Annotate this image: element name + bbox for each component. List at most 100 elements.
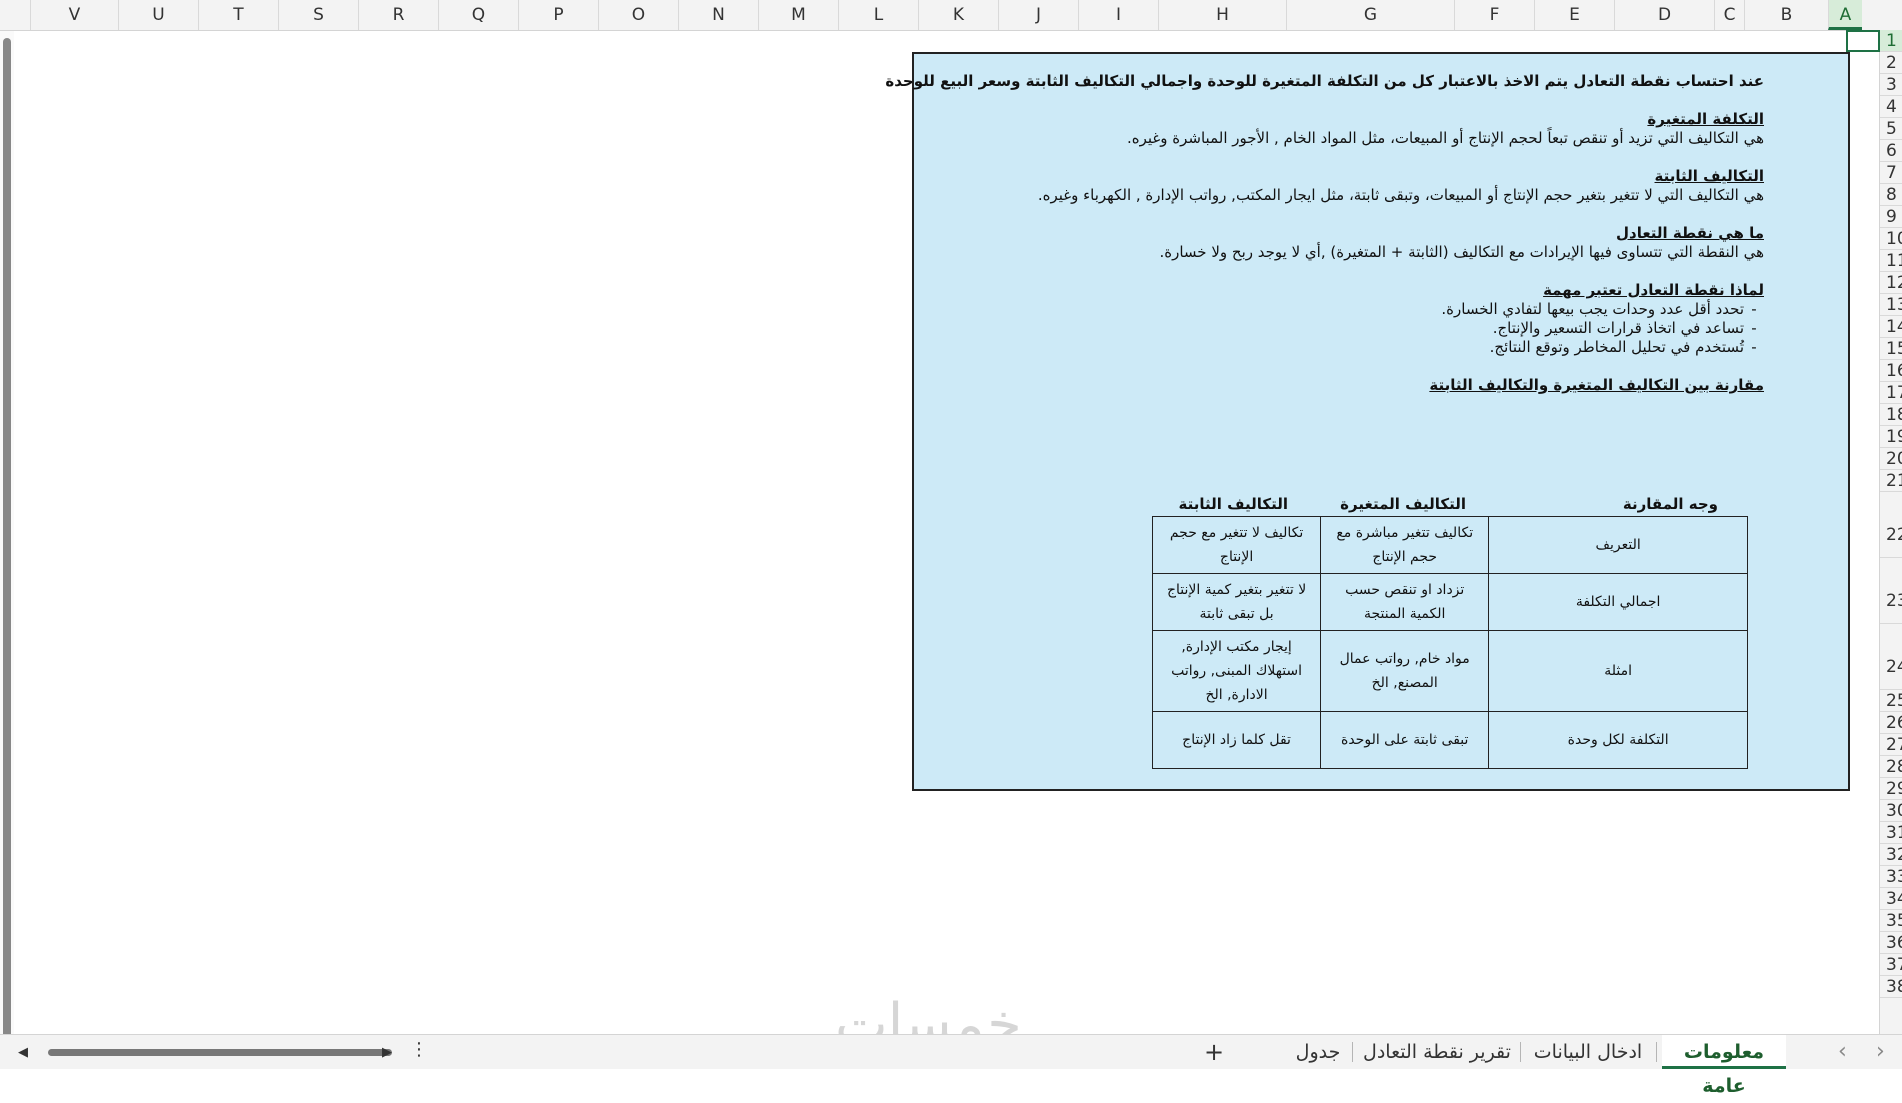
tab-table[interactable]: جدول	[1290, 1035, 1346, 1069]
table-cell: تكاليف تتغير مباشرة مع حجم الإنتاج	[1320, 516, 1490, 574]
tab-separator	[1520, 1042, 1521, 1062]
row-header-22[interactable]: 22	[1880, 492, 1902, 558]
tab-breakeven-report[interactable]: تقرير نقطة التعادل	[1362, 1035, 1512, 1069]
row-header-31[interactable]: 31	[1880, 822, 1902, 844]
column-header-r[interactable]: R	[358, 0, 438, 30]
row-header-18[interactable]: 18	[1880, 404, 1902, 426]
row-header-38[interactable]: 38	[1880, 976, 1902, 998]
row-header-7[interactable]: 7	[1880, 162, 1902, 184]
importance-heading: لماذا نقطة التعادل تعتبر مهمة	[1543, 281, 1764, 299]
header-fixed: التكاليف الثابتة	[1178, 495, 1288, 513]
row-header-3[interactable]: 3	[1880, 74, 1902, 96]
tab-general-info[interactable]: معلومات عامة	[1662, 1035, 1786, 1097]
column-header-n[interactable]: N	[678, 0, 758, 30]
bullet-dash: -	[1751, 319, 1757, 337]
tab-nav-prev-icon[interactable]: ‹	[1838, 1035, 1847, 1069]
row-header-27[interactable]: 27	[1880, 734, 1902, 756]
row-header-9[interactable]: 9	[1880, 206, 1902, 228]
row-header-28[interactable]: 28	[1880, 756, 1902, 778]
table-row: امثلة مواد خام, رواتب عمال المصنع, الخ إ…	[1151, 630, 1748, 712]
table-row: التكلفة لكل وحدة تبقى ثابتة على الوحدة ت…	[1151, 711, 1748, 769]
horizontal-scrollbar[interactable]: ◀ ▶	[18, 1044, 392, 1060]
scroll-left-icon[interactable]: ◀	[18, 1045, 28, 1060]
column-header-u[interactable]: U	[118, 0, 198, 30]
column-header-j[interactable]: J	[998, 0, 1078, 30]
row-header-13[interactable]: 13	[1880, 294, 1902, 316]
table-cell: مواد خام, رواتب عمال المصنع, الخ	[1320, 630, 1490, 712]
column-header-k[interactable]: K	[918, 0, 998, 30]
vertical-scrollbar[interactable]	[0, 30, 14, 1043]
column-header-a[interactable]: A	[1828, 0, 1862, 30]
scroll-right-icon[interactable]: ▶	[382, 1045, 392, 1060]
row-header-19[interactable]: 19	[1880, 426, 1902, 448]
tab-separator	[1656, 1042, 1657, 1062]
column-header-p[interactable]: P	[518, 0, 598, 30]
row-header-4[interactable]: 4	[1880, 96, 1902, 118]
row-header-36[interactable]: 36	[1880, 932, 1902, 954]
row-header-26[interactable]: 26	[1880, 712, 1902, 734]
importance-bullet-2: -تساعد في اتخاذ قرارات التسعير والإنتاج.	[1493, 319, 1764, 337]
row-header-12[interactable]: 12	[1880, 272, 1902, 294]
row-header-32[interactable]: 32	[1880, 844, 1902, 866]
row-header-17[interactable]: 17	[1880, 382, 1902, 404]
row-header-16[interactable]: 16	[1880, 360, 1902, 382]
fixed-cost-text: هي التكاليف التي لا تتغير بتغير حجم الإن…	[1037, 186, 1764, 204]
row-header-29[interactable]: 29	[1880, 778, 1902, 800]
fixed-cost-heading: التكاليف الثابتة	[1654, 167, 1764, 185]
column-header-f[interactable]: F	[1454, 0, 1534, 30]
column-header-o[interactable]: O	[598, 0, 678, 30]
column-header-t[interactable]: T	[198, 0, 278, 30]
add-sheet-button[interactable]: +	[1204, 1035, 1224, 1069]
comparison-table-header: وجه المقارنة التكاليف المتغيرة التكاليف …	[1152, 495, 1748, 517]
column-header-l[interactable]: L	[838, 0, 918, 30]
vertical-scrollbar-thumb[interactable]	[3, 38, 11, 1043]
importance-bullet-3: -تُستخدم في تحليل المخاطر وتوقع النتائج.	[1490, 338, 1764, 356]
table-cell: تبقى ثابتة على الوحدة	[1320, 711, 1490, 769]
header-aspect: وجه المقارنة	[1622, 495, 1718, 513]
row-header-30[interactable]: 30	[1880, 800, 1902, 822]
column-header-d[interactable]: D	[1614, 0, 1714, 30]
column-header-c[interactable]: C	[1714, 0, 1744, 30]
selected-cell-a1[interactable]	[1846, 30, 1880, 52]
row-header-33[interactable]: 33	[1880, 866, 1902, 888]
row-header-20[interactable]: 20	[1880, 448, 1902, 470]
info-textbox[interactable]: عند احتساب نقطة التعادل يتم الاخذ بالاعت…	[885, 52, 1850, 791]
column-header-e[interactable]: E	[1534, 0, 1614, 30]
tab-data-entry[interactable]: ادخال البيانات	[1528, 1035, 1648, 1069]
table-cell: اجمالي التكلفة	[1488, 573, 1748, 631]
table-row: التعريف تكاليف تتغير مباشرة مع حجم الإنت…	[1151, 516, 1748, 574]
breakeven-text: هي النقطة التي تتساوى فيها الإيرادات مع …	[1159, 243, 1764, 261]
row-header-24[interactable]: 24	[1880, 624, 1902, 690]
table-cell: تكاليف لا تتغير مع حجم الإنتاج	[1151, 516, 1322, 574]
more-options-icon[interactable]: ⋮	[410, 1039, 428, 1060]
column-header-h[interactable]: H	[1158, 0, 1286, 30]
row-header-14[interactable]: 14	[1880, 316, 1902, 338]
column-header-bar: VUTSRQPONMLKJIHGFEDCBA	[0, 0, 1902, 31]
row-header-1[interactable]: 1	[1880, 30, 1902, 52]
horizontal-scrollbar-thumb[interactable]	[48, 1049, 392, 1056]
row-header-15[interactable]: 15	[1880, 338, 1902, 360]
row-header-10[interactable]: 10	[1880, 228, 1902, 250]
column-header-m[interactable]: M	[758, 0, 838, 30]
column-header-q[interactable]: Q	[438, 0, 518, 30]
row-header-11[interactable]: 11	[1880, 250, 1902, 272]
row-header-21[interactable]: 21	[1880, 470, 1902, 492]
column-header-i[interactable]: I	[1078, 0, 1158, 30]
column-header-b[interactable]: B	[1744, 0, 1828, 30]
row-header-5[interactable]: 5	[1880, 118, 1902, 140]
row-header-6[interactable]: 6	[1880, 140, 1902, 162]
column-header-g[interactable]: G	[1286, 0, 1454, 30]
row-header-8[interactable]: 8	[1880, 184, 1902, 206]
row-header-2[interactable]: 2	[1880, 52, 1902, 74]
row-header-37[interactable]: 37	[1880, 954, 1902, 976]
column-header-s[interactable]: S	[278, 0, 358, 30]
row-header-34[interactable]: 34	[1880, 888, 1902, 910]
importance-bullet-text: تُستخدم في تحليل المخاطر وتوقع النتائج.	[1489, 338, 1744, 356]
row-header-25[interactable]: 25	[1880, 690, 1902, 712]
column-header-v[interactable]: V	[30, 0, 118, 30]
bullet-dash: -	[1751, 300, 1757, 318]
importance-bullet-1: -تحدد أقل عدد وحدات يجب بيعها لتفادي الخ…	[1441, 300, 1764, 318]
tab-nav-next-icon[interactable]: ›	[1876, 1035, 1885, 1069]
row-header-35[interactable]: 35	[1880, 910, 1902, 932]
row-header-23[interactable]: 23	[1880, 558, 1902, 624]
